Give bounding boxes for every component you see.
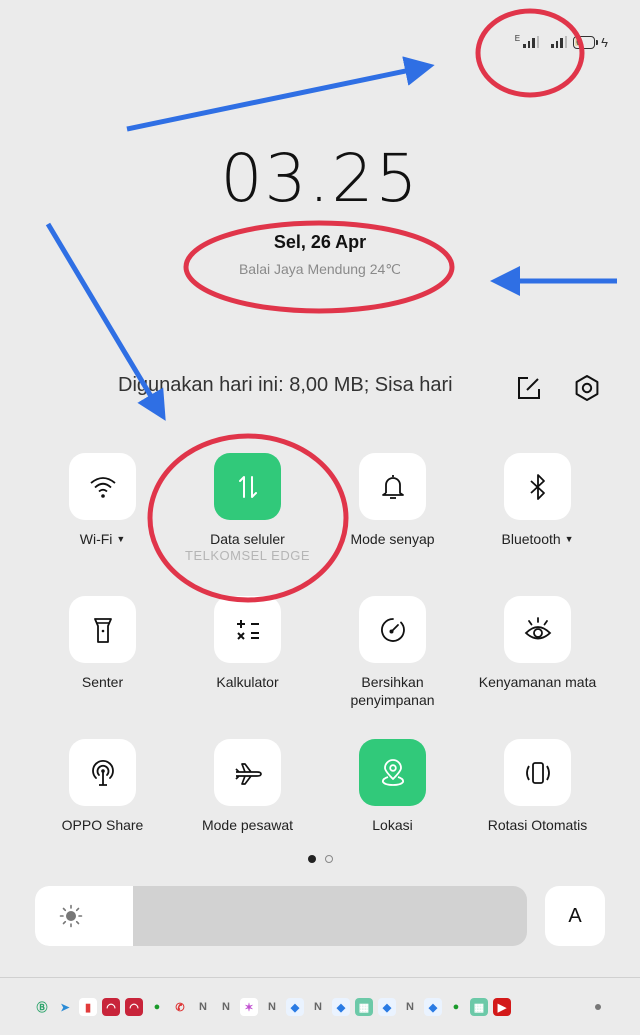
location-icon	[381, 758, 404, 786]
blue-app-icon: ◆	[424, 998, 442, 1016]
wechat-icon: ●	[153, 1001, 161, 1013]
tile-mobile-data[interactable]: Data seluler TELKOMSEL EDGE	[175, 453, 320, 585]
sim1-signal-icon: E	[514, 34, 540, 48]
tile-auto-rotate-button[interactable]	[504, 739, 571, 806]
blue-app-icon: ◆	[332, 998, 350, 1016]
tile-calculator-button[interactable]	[214, 596, 281, 663]
status-bar: E 6 ϟ	[515, 30, 608, 54]
tile-oppo-share-label: OPPO Share	[61, 817, 144, 833]
page-indicator	[0, 855, 640, 863]
more-notifications-icon	[595, 1004, 601, 1010]
tile-mobile-data-carrier: TELKOMSEL EDGE	[185, 548, 310, 563]
divider	[0, 977, 640, 978]
bluetooth-icon	[529, 473, 545, 500]
auto-rotate-icon	[525, 761, 550, 784]
tile-flashlight-button[interactable]	[69, 596, 136, 663]
battery-icon: 6	[573, 35, 599, 49]
app-red-bag-icon: ◠	[102, 998, 120, 1016]
star-app-icon: ✶	[240, 998, 258, 1016]
tile-airplane-mode-button[interactable]	[214, 739, 281, 806]
battery-level: 6	[575, 37, 583, 47]
tile-calculator[interactable]: Kalkulator	[175, 596, 320, 728]
oppo-share-icon	[91, 759, 114, 786]
data-usage-text[interactable]: Digunakan hari ini: 8,00 MB; Sisa hari	[118, 374, 490, 397]
settings-icon	[575, 375, 599, 401]
sim2-signal-icon	[551, 36, 568, 48]
tile-oppo-share-button[interactable]	[69, 739, 136, 806]
charging-icon: ϟ	[601, 34, 608, 50]
flashlight-icon	[93, 617, 112, 643]
tile-location-label: Lokasi	[372, 817, 413, 833]
tile-eye-comfort-button[interactable]	[504, 596, 571, 663]
n-app-icon: N	[268, 1001, 276, 1013]
annotation-arrow-status	[126, 56, 435, 132]
tile-wifi[interactable]: Wi-Fi ▼	[30, 453, 175, 585]
tile-silent-mode[interactable]: Mode senyap	[320, 453, 465, 585]
green-calendar-icon: ▦	[470, 998, 488, 1016]
telegram-icon: ➤	[60, 1001, 70, 1014]
calculator-icon	[236, 619, 259, 640]
bell-icon	[381, 474, 404, 499]
gauge-icon	[380, 617, 405, 642]
tile-silent-mode-label: Mode senyap	[350, 531, 435, 547]
edit-tiles-button[interactable]	[513, 372, 545, 404]
tile-bluetooth-button[interactable]	[504, 453, 571, 520]
eye-comfort-icon	[524, 616, 551, 639]
wifi-icon	[89, 476, 116, 498]
edit-icon	[518, 377, 540, 399]
tile-mobile-data-button[interactable]	[214, 453, 281, 520]
page-dot-2[interactable]	[324, 855, 333, 863]
tile-clean-storage-button[interactable]	[359, 596, 426, 663]
whatsapp-business-icon: Ⓑ	[36, 1002, 48, 1014]
mobile-data-icon	[238, 475, 257, 498]
blue-app-icon: ◆	[378, 998, 396, 1016]
clock: 03.25	[220, 140, 420, 217]
quick-settings-grid: Wi-Fi ▼ Data seluler TELKOMSEL EDGE Mode…	[30, 453, 610, 871]
tile-auto-rotate[interactable]: Rotasi Otomatis	[465, 739, 610, 871]
tile-location-button[interactable]	[359, 739, 426, 806]
tile-eye-comfort[interactable]: Kenyamanan mata	[465, 596, 610, 728]
auto-brightness-button[interactable]: A	[545, 886, 605, 946]
tile-auto-rotate-label: Rotasi Otomatis	[487, 817, 588, 833]
n-app-icon: N	[222, 1001, 230, 1013]
tile-wifi-button[interactable]	[69, 453, 136, 520]
green-calendar-icon: ▦	[355, 998, 373, 1016]
tile-calculator-label: Kalkulator	[216, 674, 279, 690]
wechat-icon: ●	[452, 1001, 460, 1013]
dropdown-caret-icon[interactable]: ▼	[116, 534, 125, 544]
missed-call-icon: ✆	[175, 1001, 185, 1014]
tile-clean-storage-label: Bersihkan penyimpanan	[350, 674, 435, 708]
tile-clean-storage[interactable]: Bersihkan penyimpanan	[320, 596, 465, 728]
youtube-icon: ▶	[493, 998, 511, 1016]
network-type-label: E	[514, 34, 521, 43]
brightness-level-fill	[35, 886, 134, 946]
tile-silent-mode-button[interactable]	[359, 453, 426, 520]
n-app-icon: N	[199, 1001, 207, 1013]
tile-bluetooth-label: Bluetooth	[501, 531, 561, 547]
app-red-icon: ▮	[79, 998, 97, 1016]
page-dot-1[interactable]	[307, 855, 316, 863]
tile-airplane-mode[interactable]: Mode pesawat	[175, 739, 320, 871]
blue-app-icon: ◆	[286, 998, 304, 1016]
n-app-icon: N	[406, 1001, 414, 1013]
tile-bluetooth[interactable]: Bluetooth ▼	[465, 453, 610, 585]
tile-flashlight-label: Senter	[81, 674, 124, 690]
tile-airplane-mode-label: Mode pesawat	[201, 817, 294, 833]
dropdown-caret-icon[interactable]: ▼	[565, 534, 574, 544]
weather-label[interactable]: Balai Jaya Mendung 24℃	[0, 261, 640, 278]
settings-button[interactable]	[570, 371, 604, 405]
tile-oppo-share[interactable]: OPPO Share	[30, 739, 175, 871]
date-label: Sel, 26 Apr	[273, 232, 367, 252]
tile-flashlight[interactable]: Senter	[30, 596, 175, 728]
n-app-icon: N	[314, 1001, 322, 1013]
app-red-bag-icon: ◠	[125, 998, 143, 1016]
tile-eye-comfort-label: Kenyamanan mata	[478, 674, 597, 690]
tile-mobile-data-label: Data seluler	[210, 531, 285, 547]
notification-icons-row[interactable]: Ⓑ ➤ ▮ ◠ ◠ ● ✆ N N ✶ N ◆ N ◆ ▦ ◆ N ◆ ● ▦ ▶	[33, 998, 511, 1016]
tile-location[interactable]: Lokasi	[320, 739, 465, 871]
brightness-slider[interactable]	[35, 886, 527, 946]
airplane-icon	[234, 762, 262, 785]
tile-wifi-label: Wi-Fi	[79, 531, 113, 547]
brightness-sun-icon	[59, 904, 83, 928]
